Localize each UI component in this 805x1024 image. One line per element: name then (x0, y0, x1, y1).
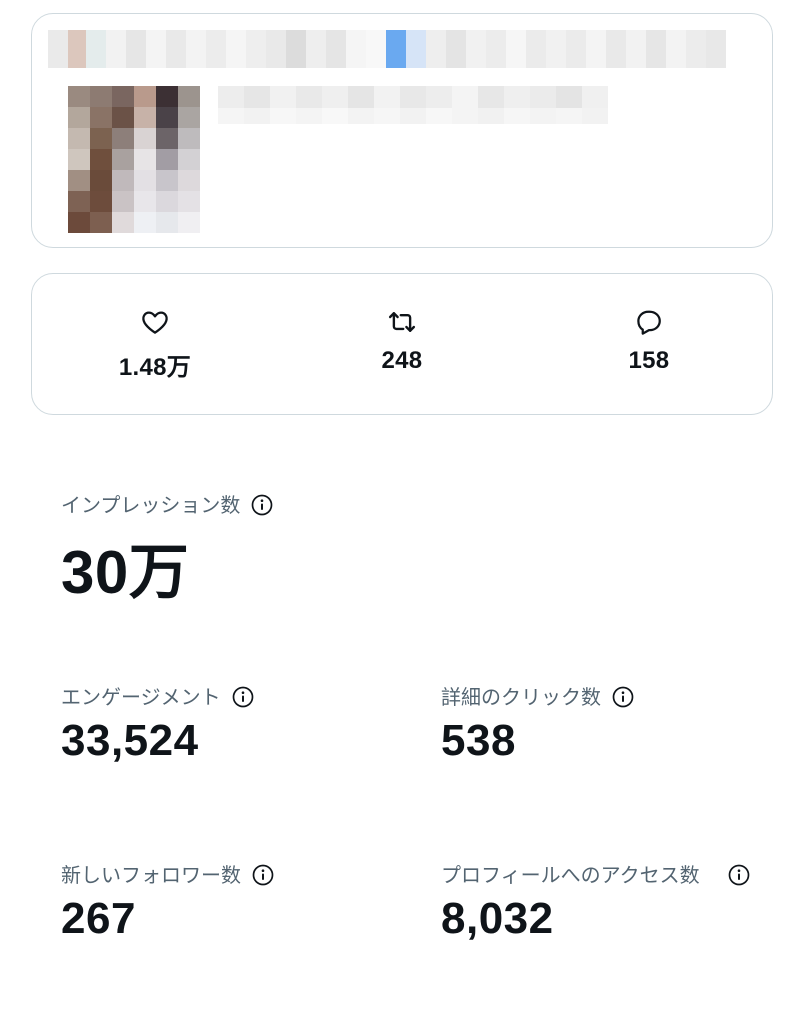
replies-stat[interactable]: 158 (569, 274, 729, 414)
engagements-metric: エンゲージメント 33,524 (61, 682, 255, 766)
info-icon[interactable] (611, 685, 635, 709)
heart-icon (142, 311, 168, 334)
detail-clicks-value: 538 (441, 716, 516, 765)
info-icon[interactable] (231, 685, 255, 709)
blurred-tweet-text-line (48, 30, 726, 68)
profile-visits-metric: プロフィールへのアクセス数 8,032 (441, 860, 761, 944)
new-followers-metric: 新しいフォロワー数 267 (61, 860, 275, 944)
engagements-value: 33,524 (61, 716, 199, 765)
info-icon[interactable] (251, 863, 275, 887)
impressions-metric: インプレッション数 30万 (61, 490, 274, 611)
tweet-preview-card[interactable] (31, 13, 773, 248)
reposts-count: 248 (381, 347, 423, 374)
info-icon[interactable] (250, 493, 274, 517)
impressions-value: 30万 (61, 539, 190, 606)
new-followers-value: 267 (61, 894, 136, 943)
likes-count: 1.48万 (118, 354, 192, 381)
engagement-summary: 1.48万 248 158 (31, 273, 773, 415)
new-followers-label: 新しいフォロワー数 (61, 863, 241, 887)
detail-clicks-metric: 詳細のクリック数 538 (441, 682, 635, 766)
repost-icon (388, 312, 416, 332)
blurred-thumbnail-image (68, 86, 200, 233)
impressions-label: インプレッション数 (61, 493, 241, 517)
blurred-tweet-link-line (218, 108, 608, 124)
engagements-label: エンゲージメント (61, 685, 221, 709)
replies-count: 158 (628, 347, 670, 374)
likes-stat[interactable]: 1.48万 (75, 274, 235, 414)
profile-visits-label: プロフィールへのアクセス数 (441, 863, 700, 887)
reply-icon (637, 310, 661, 335)
blurred-tweet-link-line (218, 86, 608, 108)
info-icon[interactable] (727, 863, 751, 887)
profile-visits-value: 8,032 (441, 894, 554, 943)
reposts-stat[interactable]: 248 (322, 274, 482, 414)
detail-clicks-label: 詳細のクリック数 (441, 685, 601, 709)
